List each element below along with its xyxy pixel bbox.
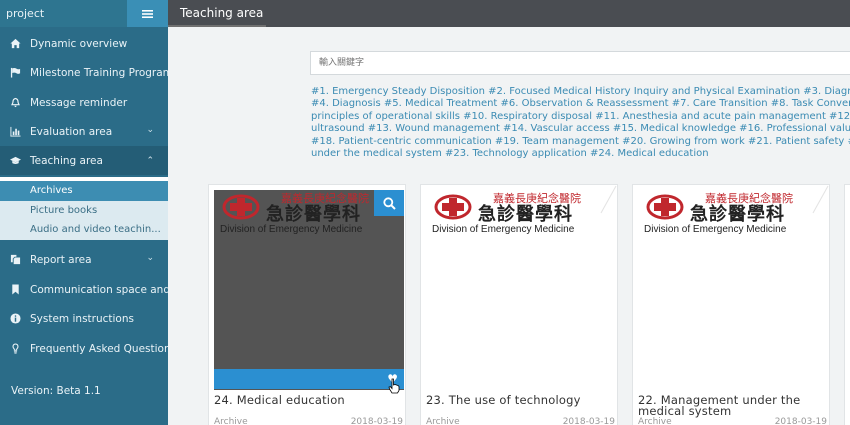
sidebar-item-label: Report area: [30, 253, 92, 266]
tag-line[interactable]: ultrasound #13. Wound management #14. Va…: [311, 123, 850, 135]
sidebar-item-label: Evaluation area: [30, 125, 113, 138]
department-english: Division of Emergency Medicine: [432, 224, 575, 235]
card-thumbnail[interactable]: 嘉義長庚紀念醫院 急診醫學科 Division of Emergency Med…: [214, 190, 404, 390]
card-title[interactable]: 23. The use of technology: [426, 394, 612, 406]
page-fold-decoration: [812, 185, 829, 214]
submenu-item-audio-video[interactable]: Audio and video teachin...: [0, 220, 168, 240]
sidebar-header: project: [0, 0, 168, 27]
search-icon[interactable]: [374, 190, 404, 216]
sidebar-item-label: Teaching area: [30, 154, 103, 167]
sidebar-item-label: Milestone Training Program: [30, 66, 168, 79]
chevron-down-icon: ⌄: [146, 125, 154, 135]
sidebar-item-dynamic-overview[interactable]: Dynamic overview: [0, 29, 168, 58]
card-title[interactable]: 24. Medical education: [214, 394, 400, 406]
top-bar: Teaching area: [168, 0, 850, 27]
hospital-cross-logo: [646, 194, 684, 220]
tag-line[interactable]: #4. Diagnosis #5. Medical Treatment #6. …: [311, 98, 850, 110]
lightbulb-icon: [0, 343, 30, 354]
hospital-cross-logo: [222, 194, 260, 220]
tag-line[interactable]: #1. Emergency Steady Disposition #2. Foc…: [311, 86, 850, 98]
main-content: #1. Emergency Steady Disposition #2. Foc…: [168, 27, 850, 425]
card-date: 2018-03-19: [562, 417, 615, 425]
card-type: Archive: [214, 417, 248, 425]
sidebar-item-label: System instructions: [30, 312, 134, 325]
sidebar-item-label: Communication space and c: [30, 283, 168, 296]
archive-card[interactable]: 嘉義長庚紀念醫院 急診醫學科 Division of Emergency Med…: [208, 184, 406, 425]
sidebar-item-message-reminder[interactable]: Message reminder: [0, 88, 168, 117]
submenu-item-archives[interactable]: Archives: [0, 181, 168, 201]
hospital-cross-logo: [434, 194, 472, 220]
version-label: Version: Beta 1.1: [11, 385, 101, 397]
card-type: Archive: [426, 417, 460, 425]
hamburger-icon[interactable]: [127, 0, 168, 27]
graduation-cap-icon: [0, 155, 30, 166]
card-date: 2018-03-19: [774, 417, 827, 425]
flag-icon: [0, 67, 30, 78]
sidebar-item-label: Frequently Asked Questions: [30, 342, 168, 355]
sidebar-item-milestone[interactable]: Milestone Training Program: [0, 58, 168, 87]
teaching-submenu: Archives Picture books Audio and video t…: [0, 177, 168, 240]
card-thumbnail[interactable]: 嘉義長庚紀念醫院 急診醫學科 Division of Emergency Med…: [638, 190, 828, 390]
hand-cursor-icon: [388, 378, 400, 394]
bell-icon: [0, 97, 30, 108]
department-english: Division of Emergency Medicine: [644, 224, 787, 235]
sidebar-item-evaluation[interactable]: Evaluation area ⌄: [0, 117, 168, 146]
card-type: Archive: [638, 417, 672, 425]
bookmark-icon: [0, 284, 30, 295]
sidebar-item-faq[interactable]: Frequently Asked Questions: [0, 334, 168, 363]
archive-card[interactable]: 嘉義長庚紀念醫院 急診醫學科 Division of Emergency Med…: [420, 184, 618, 425]
info-icon: [0, 313, 30, 324]
tag-list: #1. Emergency Steady Disposition #2. Foc…: [311, 86, 850, 160]
tag-line[interactable]: under the medical system #23. Technology…: [311, 148, 850, 160]
archive-card[interactable]: 嘉義長庚紀念醫院 急診醫學科 Division of Emergency Med…: [632, 184, 830, 425]
sidebar-item-system-instructions[interactable]: System instructions: [0, 304, 168, 333]
card-date: 2018-03-19: [350, 417, 403, 425]
project-name: project: [6, 7, 45, 20]
search-input[interactable]: [310, 51, 850, 75]
tag-line[interactable]: #18. Patient-centric communication #19. …: [311, 136, 850, 148]
sidebar: project Dynamic overview Milestone Train…: [0, 0, 168, 425]
bar-chart-icon: [0, 126, 30, 137]
chevron-down-icon: ⌄: [146, 253, 154, 263]
sidebar-item-label: Dynamic overview: [30, 37, 128, 50]
archive-card-partial[interactable]: [844, 184, 850, 425]
home-icon: [0, 38, 30, 49]
card-title[interactable]: 22. Management under the medical system: [638, 394, 824, 417]
department-name: 急診醫學科: [478, 204, 573, 225]
chevron-up-icon: ⌃: [146, 156, 154, 166]
department-name: 急診醫學科: [266, 204, 361, 225]
submenu-item-picture-books[interactable]: Picture books: [0, 201, 168, 221]
page-fold-decoration: [600, 185, 617, 214]
sidebar-item-communication[interactable]: Communication space and c: [0, 275, 168, 304]
card-thumbnail[interactable]: 嘉義長庚紀念醫院 急診醫學科 Division of Emergency Med…: [426, 190, 616, 390]
card-action-bar: ♥: [214, 369, 404, 389]
sidebar-item-label: Message reminder: [30, 96, 128, 109]
sidebar-item-teaching[interactable]: Teaching area ⌃: [0, 146, 168, 175]
department-name: 急診醫學科: [690, 204, 785, 225]
page-title: Teaching area: [168, 0, 266, 27]
copy-icon: [0, 254, 30, 265]
tag-line[interactable]: principles of operational skills #10. Re…: [311, 111, 850, 123]
department-english: Division of Emergency Medicine: [220, 224, 363, 235]
sidebar-item-report[interactable]: Report area ⌄: [0, 245, 168, 274]
